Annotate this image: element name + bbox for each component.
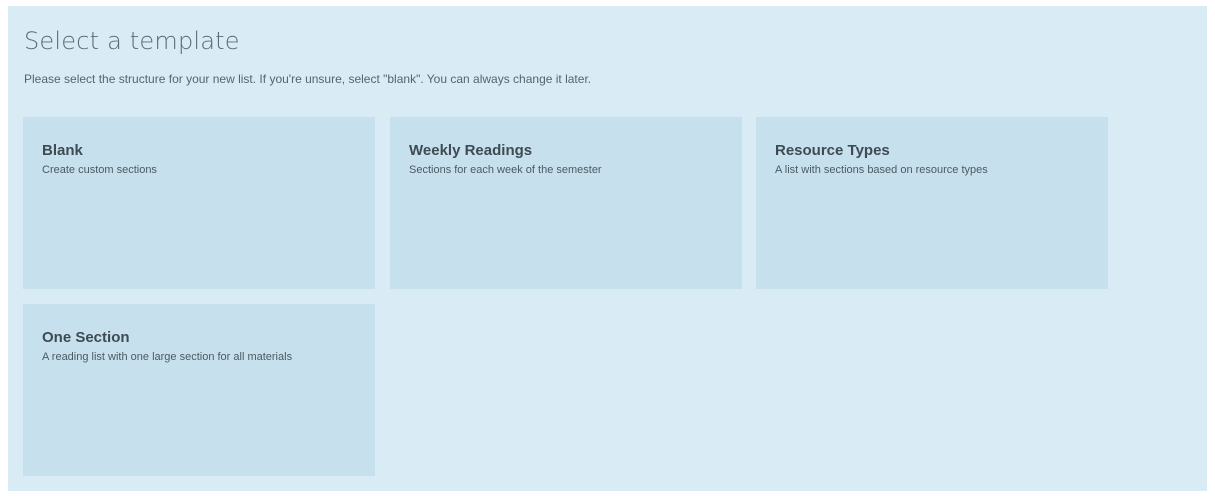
template-card-description: Sections for each week of the semester (409, 164, 602, 176)
template-card-title: One Section (42, 329, 130, 346)
template-card-description: A reading list with one large section fo… (42, 351, 293, 363)
template-card-resource-types[interactable]: Resource Types A list with sections base… (756, 117, 1108, 289)
template-card-blank[interactable]: Blank Create custom sections (23, 117, 375, 289)
template-card-title: Blank (42, 142, 83, 159)
template-card-description: A list with sections based on resource t… (775, 164, 988, 176)
template-card-weekly-readings[interactable]: Weekly Readings Sections for each week o… (390, 117, 742, 289)
template-card-one-section[interactable]: One Section A reading list with one larg… (23, 304, 375, 476)
template-selection-panel: Select a template Please select the stru… (8, 6, 1207, 491)
template-card-title: Resource Types (775, 142, 890, 159)
page-subtitle: Please select the structure for your new… (24, 72, 592, 86)
template-card-description: Create custom sections (42, 164, 157, 176)
template-card-title: Weekly Readings (409, 142, 533, 159)
page-title: Select a template (24, 27, 240, 55)
